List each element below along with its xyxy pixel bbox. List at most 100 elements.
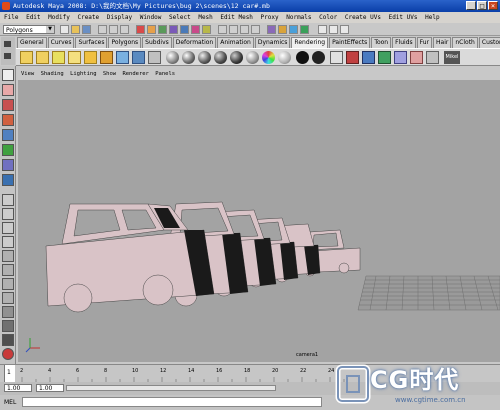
- menu-create[interactable]: Create: [77, 14, 99, 21]
- ramp-shader-sphere-icon[interactable]: [262, 51, 275, 64]
- batch-render-icon[interactable]: [378, 51, 391, 64]
- menu-create-uvs[interactable]: Create UVs: [345, 14, 381, 21]
- mel-input[interactable]: [22, 397, 322, 407]
- tab-deformation[interactable]: Deformation: [172, 37, 217, 48]
- panel-menu-renderer[interactable]: Renderer: [122, 71, 149, 77]
- tab-animation[interactable]: Animation: [217, 37, 254, 48]
- render-frame-icon[interactable]: [278, 25, 287, 34]
- tool-settings-toggle-icon[interactable]: [340, 25, 349, 34]
- layout-two-side-icon[interactable]: [2, 222, 14, 234]
- mask-surfaces-icon[interactable]: [169, 25, 178, 34]
- tab-surfaces[interactable]: Surfaces: [75, 37, 108, 48]
- tab-subdivs[interactable]: Subdivs: [142, 37, 172, 48]
- surface-shader-sphere-icon[interactable]: [278, 51, 291, 64]
- menu-proxy[interactable]: Proxy: [261, 14, 279, 21]
- channel-box-toggle-icon[interactable]: [318, 25, 327, 34]
- start-time-field[interactable]: 1.00: [4, 384, 32, 392]
- tab-general[interactable]: General: [17, 37, 47, 48]
- directional-light-icon[interactable]: [52, 51, 65, 64]
- snap-point-icon[interactable]: [240, 25, 249, 34]
- scale-tool-icon[interactable]: [2, 144, 14, 156]
- show-manipulator-icon[interactable]: [2, 174, 14, 186]
- panel-menu-panels[interactable]: Panels: [155, 71, 175, 77]
- mikel-shelf-button[interactable]: Mikel: [444, 51, 460, 64]
- layout-script-icon[interactable]: [2, 334, 14, 346]
- rotate-tool-icon[interactable]: [2, 129, 14, 141]
- paint-select-tool-icon[interactable]: [2, 99, 14, 111]
- hypershade-icon[interactable]: [148, 51, 161, 64]
- select-object-icon[interactable]: [109, 25, 118, 34]
- menu-help[interactable]: Help: [425, 14, 439, 21]
- history-icon[interactable]: [267, 25, 276, 34]
- layout-custom-icon[interactable]: [2, 306, 14, 318]
- menu-edit-uvs[interactable]: Edit UVs: [389, 14, 418, 21]
- blinn-sphere-icon[interactable]: [182, 51, 195, 64]
- layout-four-icon[interactable]: [2, 208, 14, 220]
- select-hierarchy-icon[interactable]: [98, 25, 107, 34]
- menu-edit[interactable]: Edit: [26, 14, 40, 21]
- point-light-icon[interactable]: [36, 51, 49, 64]
- manipulator-tool-icon[interactable]: [2, 159, 14, 171]
- save-scene-icon[interactable]: [82, 25, 91, 34]
- render-view-icon[interactable]: [330, 51, 343, 64]
- layout-single-icon[interactable]: [2, 194, 14, 206]
- menu-normals[interactable]: Normals: [286, 14, 311, 21]
- panel-menu-lighting[interactable]: Lighting: [70, 71, 97, 77]
- snap-grid-icon[interactable]: [218, 25, 227, 34]
- playback-start-field[interactable]: 1.00: [36, 384, 64, 392]
- panel-menu-show[interactable]: Show: [103, 71, 116, 77]
- mask-curves-icon[interactable]: [158, 25, 167, 34]
- mask-joints-icon[interactable]: [147, 25, 156, 34]
- snap-curve-icon[interactable]: [229, 25, 238, 34]
- render-globals-icon[interactable]: [394, 51, 407, 64]
- tab-paint-effects[interactable]: PaintEffects: [329, 37, 371, 48]
- layout-persp-graph-icon[interactable]: [2, 292, 14, 304]
- toon-icon[interactable]: [426, 51, 439, 64]
- shadow-sphere-icon[interactable]: [312, 51, 325, 64]
- menu-file[interactable]: File: [4, 14, 18, 21]
- tab-dynamics[interactable]: Dynamics: [254, 37, 291, 48]
- select-tool-icon[interactable]: [2, 69, 14, 81]
- tab-custom[interactable]: Custom: [478, 37, 500, 48]
- camera-icon[interactable]: [116, 51, 129, 64]
- maximize-button[interactable]: □: [477, 1, 487, 10]
- ambient-light-icon[interactable]: [68, 51, 81, 64]
- range-slider[interactable]: [66, 385, 276, 391]
- tab-toon[interactable]: Toon: [371, 37, 392, 48]
- layered-shader-sphere-icon[interactable]: [246, 51, 259, 64]
- tab-polygons[interactable]: Polygons: [108, 37, 142, 48]
- mask-deformations-icon[interactable]: [180, 25, 189, 34]
- panel-menu-view[interactable]: View: [21, 71, 34, 77]
- menu-window[interactable]: Window: [140, 14, 162, 21]
- menu-edit-mesh[interactable]: Edit Mesh: [220, 14, 253, 21]
- menu-select[interactable]: Select: [169, 14, 191, 21]
- layout-two-stacked-icon[interactable]: [2, 236, 14, 248]
- select-component-icon[interactable]: [120, 25, 129, 34]
- spot-light-icon[interactable]: [20, 51, 33, 64]
- tab-curves[interactable]: Curves: [47, 37, 75, 48]
- lasso-tool-icon[interactable]: [2, 84, 14, 96]
- render-settings-icon[interactable]: [300, 25, 309, 34]
- menu-display[interactable]: Display: [107, 14, 132, 21]
- phong-sphere-icon[interactable]: [198, 51, 211, 64]
- camera-aim-icon[interactable]: [132, 51, 145, 64]
- mask-icon[interactable]: [136, 25, 145, 34]
- use-background-sphere-icon[interactable]: [296, 51, 309, 64]
- new-scene-icon[interactable]: [60, 25, 69, 34]
- viewport-3d[interactable]: [18, 80, 500, 362]
- open-scene-icon[interactable]: [71, 25, 80, 34]
- mel-label[interactable]: MEL: [4, 399, 16, 406]
- volume-light-icon[interactable]: [100, 51, 113, 64]
- close-button[interactable]: ×: [488, 1, 498, 10]
- mask-dynamics-icon[interactable]: [191, 25, 200, 34]
- layout-outliner-icon[interactable]: [2, 250, 14, 262]
- attribute-editor-toggle-icon[interactable]: [329, 25, 338, 34]
- minimize-button[interactable]: _: [466, 1, 476, 10]
- paint-fx-icon[interactable]: [410, 51, 423, 64]
- tab-fur[interactable]: Fur: [416, 37, 433, 48]
- tab-rendering[interactable]: Rendering: [291, 37, 329, 48]
- menu-color[interactable]: Color: [319, 14, 337, 21]
- ipr-icon[interactable]: [362, 51, 375, 64]
- tab-hair[interactable]: Hair: [433, 37, 452, 48]
- phong-e-sphere-icon[interactable]: [214, 51, 227, 64]
